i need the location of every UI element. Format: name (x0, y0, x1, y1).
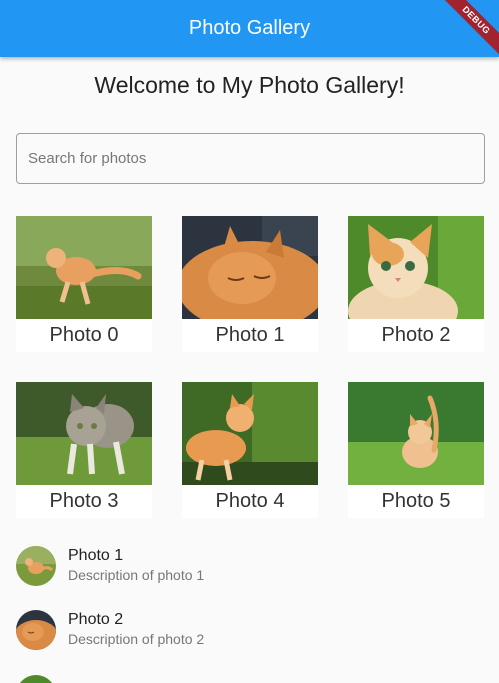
photo-caption: Photo 2 (381, 324, 451, 346)
photo-caption: Photo 5 (381, 490, 451, 512)
app-bar-title: Photo Gallery (188, 17, 311, 39)
list-item-subtitle: Description of photo 1 (68, 567, 205, 583)
photo-caption: Photo 1 (215, 324, 285, 346)
app-screen: Photo Gallery DEBUG Welcome to My Photo … (0, 0, 499, 683)
photo-image-4 (182, 382, 318, 485)
list-item-title: Photo 2 (68, 611, 124, 628)
list-item-title: Photo 1 (68, 547, 124, 564)
avatar (16, 546, 56, 586)
photo-card-4[interactable]: Photo 4 (182, 382, 318, 518)
search-input[interactable] (16, 133, 485, 184)
photo-card-2[interactable]: Photo 2 (348, 216, 484, 352)
list-item-subtitle: Description of photo 2 (68, 631, 205, 647)
photo-card-3[interactable]: Photo 3 (16, 382, 152, 518)
debug-banner: DEBUG (439, 0, 499, 60)
photo-caption: Photo 4 (215, 490, 285, 512)
list-item[interactable]: Photo 1 Description of photo 1 (0, 535, 499, 597)
debug-banner-label: DEBUG (439, 0, 499, 58)
photo-caption: Photo 3 (49, 490, 119, 512)
list-item[interactable]: Photo 2 Description of photo 2 (0, 599, 499, 661)
photo-image-2 (348, 216, 484, 319)
photo-image-1 (182, 216, 318, 319)
photo-image-5 (348, 382, 484, 485)
photo-card-5[interactable]: Photo 5 (348, 382, 484, 518)
photo-card-0[interactable]: Photo 0 (16, 216, 152, 352)
photo-card-1[interactable]: Photo 1 (182, 216, 318, 352)
avatar (16, 610, 56, 650)
avatar-partial (16, 675, 56, 683)
photo-caption: Photo 0 (49, 324, 119, 346)
welcome-heading: Welcome to My Photo Gallery! (94, 72, 405, 98)
photo-image-0 (16, 216, 152, 319)
app-bar: Photo Gallery (0, 0, 499, 57)
photo-image-3 (16, 382, 152, 485)
